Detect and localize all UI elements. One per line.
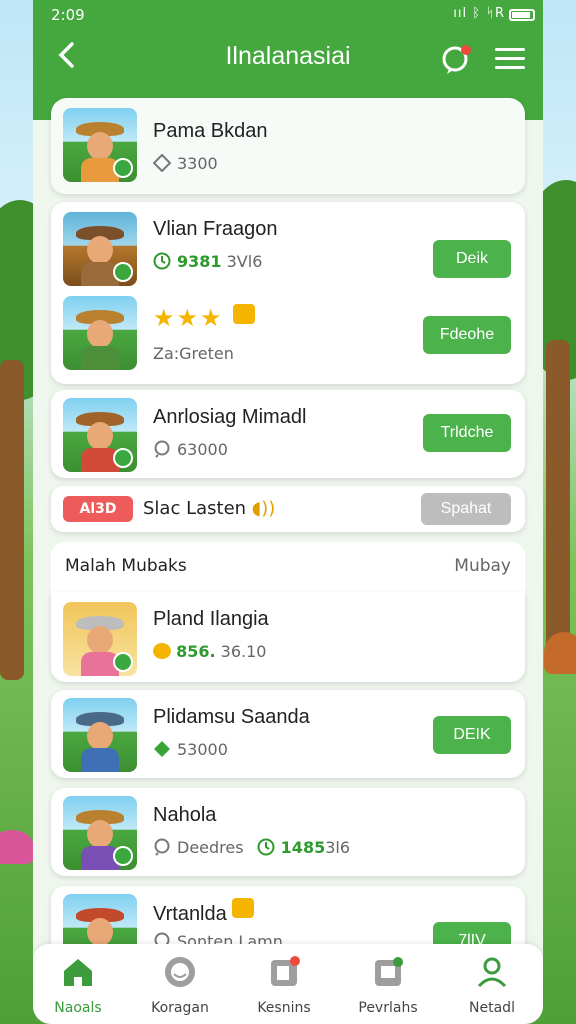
list-item[interactable]: Nahola Deedres 14853l6 <box>51 788 525 876</box>
section-title: Malah Mubaks <box>65 556 187 576</box>
player-meta: 53000 <box>153 740 228 759</box>
player-meta: 9381 3Vl6 <box>153 252 262 271</box>
player-group-card: Vlian Fraagon 9381 3Vl6 Deik ★★★ Za:Gret… <box>51 202 525 384</box>
profile-icon <box>477 957 507 988</box>
list-item[interactable]: Pland Ilangia 856. 36.10 <box>51 592 525 682</box>
avatar <box>63 212 137 286</box>
player-name: Plidamsu Saanda <box>153 706 310 728</box>
nav-item-kesnins[interactable]: Kesnins <box>239 954 329 1016</box>
player-name: Anrlosiag Mimadl <box>153 406 307 428</box>
face-icon <box>165 957 195 987</box>
action-button[interactable]: Trldche <box>423 414 511 452</box>
sound-icon: ◖)) <box>251 498 276 519</box>
player-name: Pama Bkdan <box>153 120 268 142</box>
avatar <box>63 296 137 370</box>
signal-icon: ııl ᛒ ᛋR <box>453 6 505 21</box>
rating-stars: ★★★ <box>153 304 256 332</box>
diamond-icon <box>153 154 171 172</box>
nav-label: Naoals <box>54 1000 102 1016</box>
avatar <box>63 108 137 182</box>
promo-button[interactable]: Spahat <box>421 493 511 525</box>
player-meta: 856. 36.10 <box>153 642 266 661</box>
card-icon <box>271 956 300 986</box>
status-time: 2:09 <box>51 6 85 24</box>
nav-item-profile[interactable]: Netadl <box>447 954 537 1016</box>
player-meta: 3300 <box>153 154 218 173</box>
player-card[interactable]: Anrlosiag Mimadl 63000 Trldche <box>51 390 525 478</box>
avatar <box>63 398 137 472</box>
home-icon <box>64 959 92 986</box>
gem-icon <box>154 741 170 757</box>
section-header: Malah Mubaks Mubay <box>51 542 525 592</box>
player-meta: Deedres 14853l6 <box>153 838 350 857</box>
promo-text: Slac Lasten ◖)) <box>143 498 276 519</box>
nav-label: Pevrlahs <box>358 1000 418 1016</box>
status-bar: 2:09 ııl ᛒ ᛋR <box>33 0 543 30</box>
avatar <box>63 602 137 676</box>
search-icon <box>154 838 170 856</box>
coin-icon <box>233 304 256 324</box>
nav-item-koragan[interactable]: Koragan <box>135 954 225 1016</box>
avatar <box>63 698 137 772</box>
section-more-link[interactable]: Mubay <box>454 556 511 576</box>
nav-label: Koragan <box>151 1000 209 1016</box>
list-item[interactable]: Vlian Fraagon 9381 3Vl6 Deik <box>51 202 525 292</box>
search-icon <box>154 440 170 458</box>
menu-icon <box>495 48 525 51</box>
chat-icon <box>442 45 471 74</box>
action-button[interactable]: DEIK <box>433 716 511 754</box>
coin-icon <box>232 898 255 918</box>
bottom-navigation: Naoals Koragan Kesnins Pevrlahs Netadl <box>33 944 543 1024</box>
nav-item-home[interactable]: Naoals <box>33 954 123 1016</box>
clock-icon <box>153 252 171 270</box>
action-button[interactable]: Fdeohe <box>423 316 511 354</box>
player-meta: Za:Greten <box>153 344 234 363</box>
menu-button[interactable] <box>495 44 525 74</box>
nav-label: Netadl <box>469 1000 515 1016</box>
player-meta: 63000 <box>153 440 228 459</box>
nav-label: Kesnins <box>257 1000 311 1016</box>
player-name: Nahola <box>153 804 217 826</box>
clock-icon <box>257 838 275 856</box>
promo-tag: Al3D <box>63 496 133 522</box>
coin-icon <box>153 643 171 659</box>
content: Pama Bkdan 3300 Vlian Fraagon 9381 3Vl6 … <box>33 98 543 974</box>
gallery-icon <box>375 957 403 986</box>
battery-icon <box>509 9 535 21</box>
list-item[interactable]: ★★★ Za:Greten Fdeohe <box>51 292 525 382</box>
player-name: Vrtanlda <box>153 898 255 926</box>
nav-item-pevrlahs[interactable]: Pevrlahs <box>343 954 433 1016</box>
top-player-card[interactable]: Pama Bkdan 3300 <box>51 98 525 194</box>
phone-screen: 2:09 ııl ᛒ ᛋR Ilnalanasiai Pama Bkdan 33… <box>33 0 543 1024</box>
chat-button[interactable] <box>439 42 473 76</box>
player-name: Vlian Fraagon <box>153 218 278 240</box>
player-name: Pland Ilangia <box>153 608 269 630</box>
list-item[interactable]: Plidamsu Saanda 53000 DEIK <box>51 690 525 778</box>
promo-banner[interactable]: Al3D Slac Lasten ◖)) Spahat <box>51 486 525 532</box>
mushroom-decoration-left <box>0 830 34 864</box>
action-button[interactable]: Deik <box>433 240 511 278</box>
avatar <box>63 796 137 870</box>
mushroom-decoration-right <box>544 632 576 674</box>
